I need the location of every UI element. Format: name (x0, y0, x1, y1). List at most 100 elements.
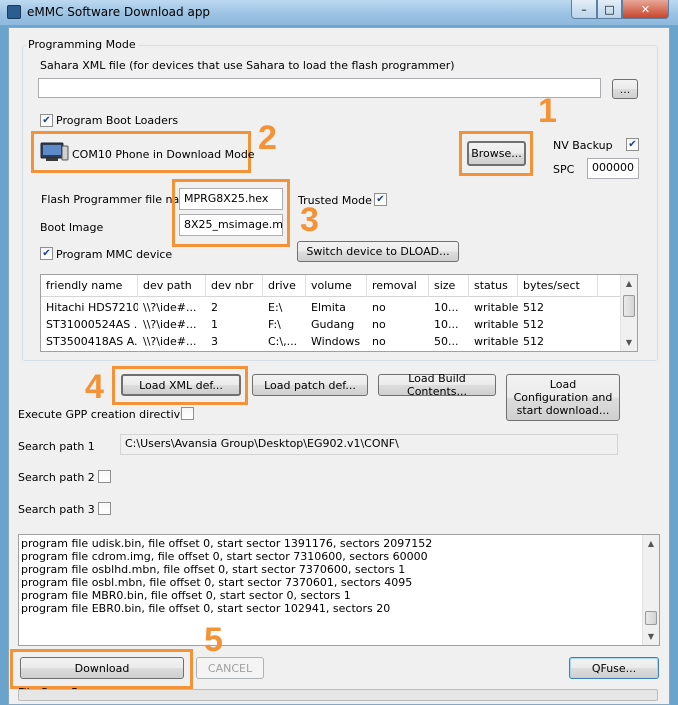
log-scrollbar[interactable]: ▲ ▼ (642, 535, 659, 645)
sahara-label: Sahara XML file (for devices that use Sa… (40, 59, 455, 72)
column-header[interactable]: bytes/sect (518, 275, 598, 297)
port-status-label: COM10 Phone in Download Mode (72, 148, 255, 161)
boot-image-input[interactable]: 8X25_msimage.mbn (179, 214, 283, 236)
log-output[interactable]: program file udisk.bin, file offset 0, s… (18, 534, 660, 646)
table-cell: 1 (211, 318, 218, 331)
callout-number-1: 1 (538, 92, 557, 130)
load-patch-button[interactable]: Load patch def... (252, 374, 368, 396)
spc-input[interactable]: 000000 (587, 158, 639, 179)
log-line: program file cdrom.img, file offset 0, s… (21, 550, 428, 563)
table-cell: ST31000524AS ... (46, 318, 138, 331)
load-xml-button[interactable]: Load XML def... (121, 374, 241, 396)
device-list-scrollbar[interactable]: ▲ ▼ (620, 275, 637, 351)
table-cell: 3 (211, 335, 218, 348)
column-header[interactable]: drive (263, 275, 306, 297)
table-cell: Gudang (311, 318, 355, 331)
scroll-down-icon[interactable]: ▼ (621, 334, 637, 351)
table-row[interactable]: Hitachi HDS7210... \\?\ide#... 2 E:\ Elm… (41, 299, 621, 316)
trusted-mode-checkbox[interactable]: ✔ (374, 193, 387, 206)
column-header[interactable]: size (429, 275, 469, 297)
nv-backup-checkbox[interactable]: ✔ (626, 138, 639, 151)
scroll-thumb[interactable] (623, 295, 635, 317)
table-cell: writable (474, 301, 518, 314)
device-list-header: friendly name dev path dev nbr drive vol… (41, 275, 621, 297)
search-path-2-checkbox[interactable] (98, 470, 111, 483)
table-cell: \\?\ide#... (143, 318, 197, 331)
phone-device-icon (40, 141, 70, 163)
program-mmc-checkbox[interactable]: ✔ (40, 247, 53, 260)
boot-image-label: Boot Image (40, 221, 104, 234)
column-header[interactable]: friendly name (41, 275, 138, 297)
table-cell: ST3500418AS A... (46, 335, 138, 348)
table-cell: Elmita (311, 301, 346, 314)
table-cell: no (372, 301, 386, 314)
table-cell: 10... (434, 301, 459, 314)
trusted-mode-label: Trusted Mode (298, 194, 372, 207)
table-cell: \\?\ide#... (143, 335, 197, 348)
callout-number-2: 2 (258, 119, 277, 157)
load-config-button[interactable]: Load Configuration and start download... (506, 374, 620, 421)
scroll-thumb[interactable] (645, 611, 657, 625)
table-cell: 512 (523, 335, 544, 348)
program-boot-loaders-label: Program Boot Loaders (56, 114, 179, 127)
table-cell: writable (474, 335, 518, 348)
table-cell: no (372, 318, 386, 331)
column-header[interactable]: dev path (138, 275, 206, 297)
table-cell: 512 (523, 318, 544, 331)
nv-backup-label: NV Backup (553, 139, 613, 152)
table-cell: \\?\ide#... (143, 301, 197, 314)
column-header[interactable]: status (469, 275, 518, 297)
table-cell: C:\,... (268, 335, 298, 348)
search-path-1-input[interactable]: C:\Users\Avansia Group\Desktop\EG902.v1\… (120, 434, 618, 455)
table-cell: 50... (434, 335, 459, 348)
callout-number-4: 4 (85, 368, 104, 406)
column-header[interactable]: dev nbr (206, 275, 263, 297)
table-row[interactable]: ST31000524AS ... \\?\ide#... 1 F:\ Gudan… (41, 316, 621, 333)
table-cell: 10... (434, 318, 459, 331)
search-path-3-checkbox[interactable] (98, 502, 111, 515)
scroll-up-icon[interactable]: ▲ (643, 535, 659, 552)
column-header[interactable]: volume (306, 275, 367, 297)
device-list[interactable]: friendly name dev path dev nbr drive vol… (40, 274, 638, 352)
table-cell: E:\ (268, 301, 283, 314)
maximize-button[interactable]: □ (597, 0, 622, 19)
load-build-button[interactable]: Load Build Contents... (378, 372, 496, 398)
window-title: eMMC Software Download app (27, 5, 211, 19)
table-cell: no (372, 335, 386, 348)
sahara-xml-input[interactable] (38, 78, 601, 98)
column-header[interactable]: removal (367, 275, 429, 297)
table-cell: writable (474, 318, 518, 331)
flash-programmer-input[interactable]: MPRG8X25.hex (179, 188, 283, 210)
gpp-label: Execute GPP creation directives (18, 408, 193, 421)
scroll-down-icon[interactable]: ▼ (643, 628, 659, 645)
table-cell: Windows (311, 335, 361, 348)
table-row[interactable]: ST3500418AS A... \\?\ide#... 3 C:\,... W… (41, 333, 621, 350)
log-line: program file MBR0.bin, file offset 0, st… (21, 589, 351, 602)
browse-button[interactable]: Browse... (467, 141, 526, 166)
search-path-2-label: Search path 2 (18, 471, 95, 484)
close-button[interactable]: ✕ (622, 0, 669, 19)
table-cell: 2 (211, 301, 218, 314)
log-line: program file udisk.bin, file offset 0, s… (21, 537, 433, 550)
log-line: program file EBR0.bin, file offset 0, st… (21, 602, 391, 615)
scroll-up-icon[interactable]: ▲ (621, 275, 637, 292)
minimize-button[interactable]: – (571, 0, 597, 19)
table-cell: Hitachi HDS7210... (46, 301, 138, 314)
file-copy-progress-bar (18, 689, 658, 701)
program-mmc-label: Program MMC device (56, 248, 173, 261)
sahara-browse-button[interactable]: ... (612, 79, 638, 99)
log-line: program file osbl.mbn, file offset 0, st… (21, 576, 413, 589)
search-path-3-label: Search path 3 (18, 503, 95, 516)
spc-label: SPC (553, 163, 575, 176)
program-boot-loaders-checkbox[interactable]: ✔ (40, 114, 53, 127)
cancel-button: CANCEL (196, 657, 264, 679)
download-button[interactable]: Download (20, 657, 184, 679)
search-path-1-label: Search path 1 (18, 440, 95, 453)
programming-mode-label: Programming Mode (26, 38, 138, 51)
callout-number-5: 5 (204, 621, 223, 659)
table-cell: 512 (523, 301, 544, 314)
log-line: program file osblhd.mbn, file offset 0, … (21, 563, 406, 576)
switch-dload-button[interactable]: Switch device to DLOAD... (297, 241, 459, 262)
gpp-checkbox[interactable] (181, 407, 194, 420)
qfuse-button[interactable]: QFuse... (569, 657, 659, 679)
